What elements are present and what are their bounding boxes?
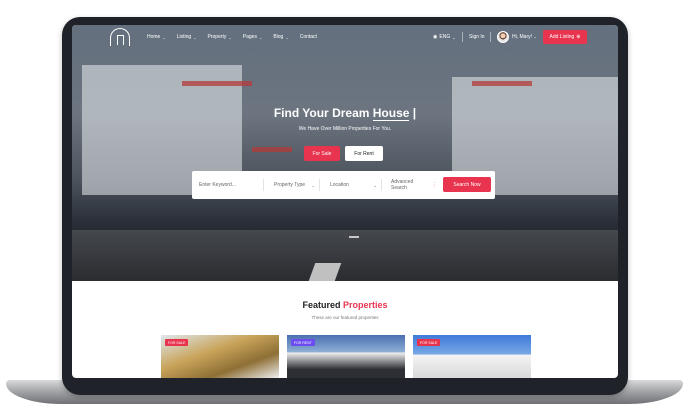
property-type-select[interactable]: Property Type ⌄ <box>274 179 320 191</box>
nav-label: Listing <box>176 34 192 40</box>
hero-subtitle: We Have Over Million Properties For You. <box>298 126 392 132</box>
chevron-down-icon: ⌄ <box>311 182 315 188</box>
add-listing-button[interactable]: Add Listing ⊕ <box>543 30 587 44</box>
user-menu[interactable]: Hi, Mary! ⌄ <box>512 34 537 40</box>
tab-for-sale[interactable]: For Sale <box>304 146 340 161</box>
divider <box>462 32 463 42</box>
featured-title-plain: Featured <box>302 300 341 310</box>
tab-for-rent[interactable]: For Rent <box>345 146 383 161</box>
keyword-input[interactable]: Enter Keyword... <box>199 179 264 191</box>
location-label: Location <box>330 182 349 188</box>
hero-roof-mid <box>252 147 292 152</box>
status-badge: FOR SALE <box>165 339 189 346</box>
nav-item-blog[interactable]: Blog ⌄ <box>273 34 288 40</box>
chevron-down-icon: ⌄ <box>533 34 537 39</box>
nav-label: Property <box>207 34 227 40</box>
featured-subtitle: These are our featured properties <box>311 315 379 320</box>
add-listing-label: Add Listing <box>549 34 575 40</box>
featured-title-accent: Properties <box>343 300 388 310</box>
property-card[interactable]: FOR RENT <box>287 335 405 378</box>
hero-roof-right <box>472 81 532 86</box>
plus-circle-icon: ⊕ <box>576 34 581 40</box>
advanced-search-label: Advanced Search <box>391 179 414 191</box>
logo-icon[interactable] <box>110 28 130 46</box>
chevron-down-icon: ⌄ <box>373 182 377 188</box>
hero-roof-left <box>182 81 252 86</box>
chevron-down-icon: ⌄ <box>193 34 197 40</box>
nav-label: Home <box>147 34 161 40</box>
property-type-label: Property Type <box>274 182 306 188</box>
avatar[interactable] <box>497 31 509 43</box>
search-now-button[interactable]: Search Now <box>443 177 491 192</box>
chevron-down-icon: ⌄ <box>162 34 166 40</box>
nav-item-property[interactable]: Property ⌄ <box>208 34 232 40</box>
property-card[interactable]: FOR SALE <box>413 335 531 378</box>
filter-icon: ⋮ <box>432 182 437 188</box>
hero-title-highlight: House <box>372 106 410 121</box>
advanced-search-toggle[interactable]: Advanced Search ⋮ <box>391 179 437 191</box>
browser-screen: Home ⌄ Listing ⌄ Property ⌄ Pages ⌄ Blog ⌄ Co… <box>72 25 618 378</box>
sign-in-link[interactable]: Sign In <box>469 34 485 40</box>
hero-title: Find Your Dream House | <box>72 106 618 121</box>
hero-title-prefix: Find Your Dream <box>273 106 370 120</box>
nav-item-home[interactable]: Home ⌄ <box>147 34 166 40</box>
status-badge: FOR RENT <box>291 339 315 346</box>
hero-title-cursor: | <box>412 106 417 120</box>
top-navigation: Home ⌄ Listing ⌄ Property ⌄ Pages ⌄ Blog ⌄ Co… <box>72 25 618 51</box>
hero-section: Home ⌄ Listing ⌄ Property ⌄ Pages ⌄ Blog ⌄ Co… <box>72 25 618 281</box>
user-greeting: Hi, Mary! <box>512 34 532 40</box>
featured-title: Featured Properties <box>72 300 618 310</box>
search-bar: Enter Keyword... Property Type ⌄ Locatio… <box>192 171 495 199</box>
hero-road <box>72 230 618 281</box>
chevron-down-icon: ⌄ <box>228 34 232 40</box>
carousel-indicator[interactable] <box>349 236 359 238</box>
nav-label: Blog <box>273 34 284 40</box>
status-badge: FOR SALE <box>417 339 441 346</box>
language-label: ENG <box>439 34 451 40</box>
nav-label: Contact <box>299 34 317 40</box>
nav-item-listing[interactable]: Listing ⌄ <box>177 34 197 40</box>
location-select[interactable]: Location ⌄ <box>330 179 382 191</box>
language-selector[interactable]: ◉ ENG ⌄ <box>433 34 456 40</box>
property-card[interactable]: FOR SALE <box>161 335 279 378</box>
nav-label: Pages <box>242 34 257 40</box>
chevron-down-icon: ⌄ <box>258 34 263 40</box>
nav-item-pages[interactable]: Pages ⌄ <box>243 34 263 40</box>
chevron-down-icon: ⌄ <box>452 34 456 40</box>
chevron-down-icon: ⌄ <box>285 34 289 40</box>
nav-item-contact[interactable]: Contact <box>300 34 317 40</box>
main-menu: Home ⌄ Listing ⌄ Property ⌄ Pages ⌄ Blog ⌄ Co… <box>147 34 317 40</box>
divider <box>490 32 491 42</box>
globe-icon: ◉ <box>433 34 438 40</box>
